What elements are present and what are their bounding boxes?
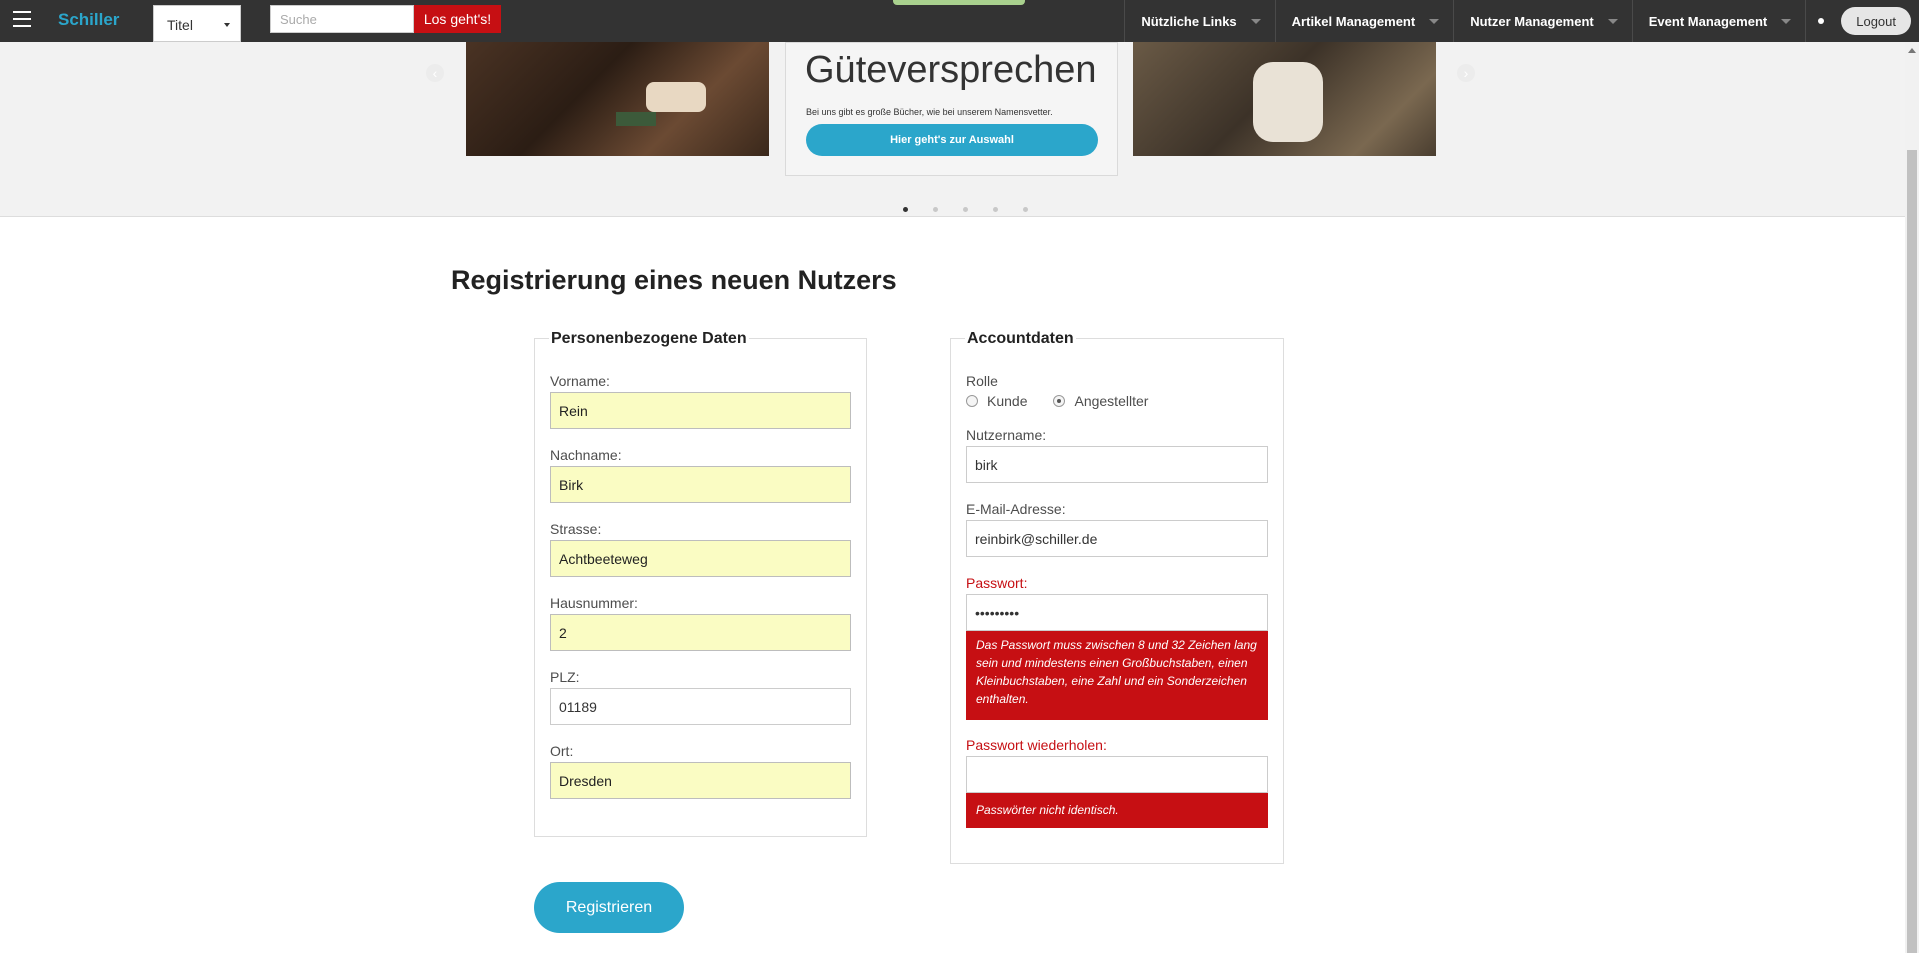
search-type-select[interactable]: Titel — [153, 5, 241, 42]
firstname-label: Vorname: — [550, 373, 610, 389]
carousel-dot[interactable] — [903, 207, 908, 212]
nav-item-label: Artikel Management — [1291, 13, 1416, 29]
register-button[interactable]: Registrieren — [534, 882, 684, 933]
page-title: Registrierung eines neuen Nutzers — [451, 265, 897, 295]
carousel-next-icon[interactable]: › — [1457, 64, 1475, 82]
city-field[interactable] — [550, 762, 851, 799]
nav-item-label: Nutzer Management — [1470, 13, 1594, 29]
scrollbar-thumb[interactable] — [1907, 150, 1917, 953]
carousel-image-left — [466, 42, 769, 156]
fieldset-legend: Accountdaten — [965, 330, 1076, 348]
carousel-dot[interactable] — [963, 207, 968, 212]
password-field[interactable] — [966, 594, 1268, 631]
top-nav-bar: Schiller Titel Los geht's! Nützliche Lin… — [0, 0, 1919, 42]
role-option-label[interactable]: Kunde — [987, 393, 1027, 409]
nav-item-links[interactable]: Nützliche Links — [1124, 0, 1274, 42]
hero-carousel: Güteversprechen Bei uns gibt es große Bü… — [0, 42, 1905, 217]
chevron-down-icon — [1781, 18, 1792, 24]
carousel-caption-card: Güteversprechen Bei uns gibt es große Bü… — [785, 42, 1118, 176]
email-label: E-Mail-Adresse: — [966, 501, 1066, 517]
search-type-value: Titel — [167, 17, 193, 33]
zip-label: PLZ: — [550, 669, 580, 685]
nav-item-article-management[interactable]: Artikel Management — [1274, 0, 1454, 42]
role-radio-customer[interactable] — [966, 395, 978, 407]
password-error-message: Das Passwort muss zwischen 8 und 32 Zeic… — [966, 631, 1268, 720]
password-label: Passwort: — [966, 575, 1028, 591]
carousel-image-right — [1133, 42, 1436, 156]
zip-field[interactable] — [550, 688, 851, 725]
user-icon[interactable] — [1805, 0, 1835, 42]
carousel-prev-icon[interactable]: ‹ — [426, 64, 444, 82]
username-field[interactable] — [966, 446, 1268, 483]
housenumber-label: Hausnummer: — [550, 595, 638, 611]
password-repeat-error-message: Passwörter nicht identisch. — [966, 793, 1268, 828]
role-option-label[interactable]: Angestellter — [1074, 393, 1148, 409]
chevron-down-icon — [1429, 18, 1440, 24]
role-label: Rolle — [966, 373, 998, 389]
active-tab-indicator — [893, 0, 1025, 5]
search-button[interactable]: Los geht's! — [414, 5, 501, 33]
nav-item-label: Event Management — [1648, 13, 1768, 29]
carousel-subtext: Bei uns gibt es große Bücher, wie bei un… — [806, 107, 1053, 117]
password-repeat-label: Passwort wiederholen: — [966, 737, 1107, 753]
fieldset-legend: Personenbezogene Daten — [549, 330, 749, 348]
role-radio-employee[interactable] — [1053, 395, 1066, 407]
username-label: Nutzername: — [966, 427, 1047, 443]
search-input[interactable] — [270, 5, 414, 33]
email-field[interactable] — [966, 520, 1268, 557]
street-label: Strasse: — [550, 521, 602, 537]
lastname-label: Nachname: — [550, 447, 622, 463]
nav-menu: Nützliche Links Artikel Management Nutze… — [1124, 0, 1919, 42]
firstname-field[interactable] — [550, 392, 851, 429]
nav-item-label: Nützliche Links — [1141, 13, 1237, 29]
carousel-dots — [903, 207, 1053, 212]
dropdown-caret-icon — [224, 23, 230, 27]
city-label: Ort: — [550, 743, 574, 759]
nav-item-user-management[interactable]: Nutzer Management — [1453, 0, 1632, 42]
personal-data-fieldset: Personenbezogene Daten Vorname: Nachname… — [534, 330, 867, 837]
hamburger-menu-icon[interactable] — [13, 11, 31, 27]
street-field[interactable] — [550, 540, 851, 577]
chevron-down-icon — [1607, 18, 1618, 24]
nav-item-event-management[interactable]: Event Management — [1631, 0, 1805, 42]
brand-logo[interactable]: Schiller — [58, 10, 119, 30]
carousel-cta-button[interactable]: Hier geht's zur Auswahl — [806, 124, 1098, 156]
carousel-headline: Güteversprechen — [805, 49, 1097, 91]
chevron-down-icon — [1250, 18, 1261, 24]
account-data-fieldset: Accountdaten Rolle Kunde Angestellter Nu… — [950, 330, 1284, 864]
logout-button[interactable]: Logout — [1841, 7, 1911, 35]
carousel-dot[interactable] — [1023, 207, 1028, 212]
carousel-dot[interactable] — [993, 207, 998, 212]
lastname-field[interactable] — [550, 466, 851, 503]
housenumber-field[interactable] — [550, 614, 851, 651]
password-repeat-field[interactable] — [966, 756, 1268, 793]
role-radio-group: Kunde Angestellter — [966, 393, 1174, 409]
carousel-dot[interactable] — [933, 207, 938, 212]
scroll-up-icon[interactable] — [1908, 48, 1916, 53]
